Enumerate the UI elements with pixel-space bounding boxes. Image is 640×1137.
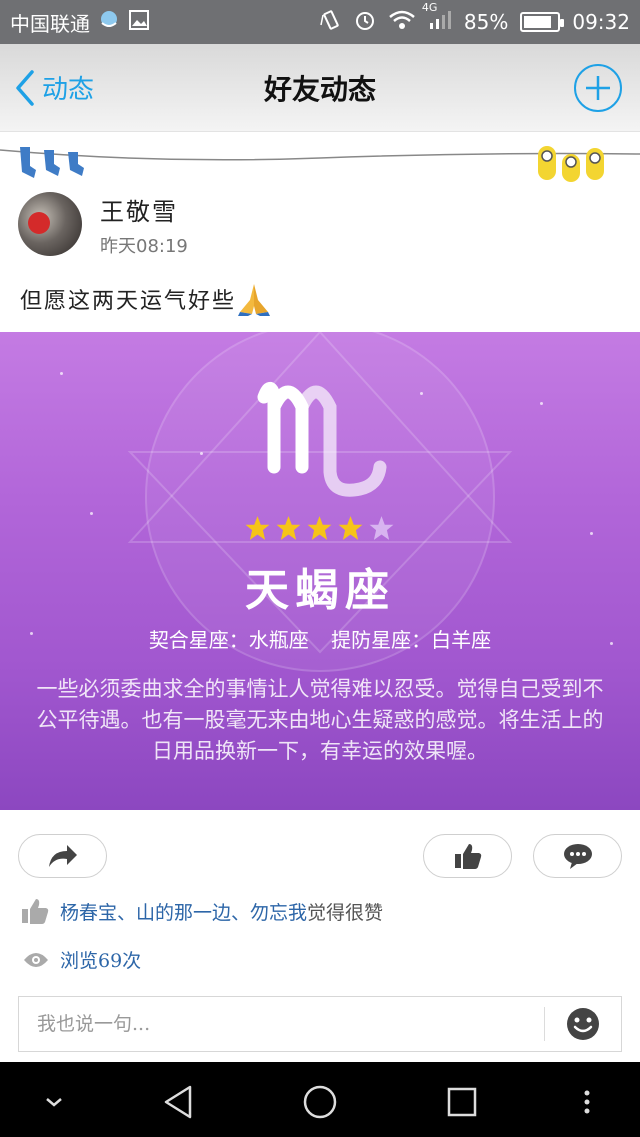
triangle-back-icon	[164, 1085, 192, 1119]
action-row	[0, 834, 640, 880]
back-nav-button[interactable]	[158, 1082, 198, 1122]
nav-bar: 动态 好友动态	[0, 44, 640, 132]
vibrate-icon	[320, 9, 342, 36]
like-button[interactable]	[423, 834, 512, 878]
recents-nav-button[interactable]	[442, 1082, 482, 1122]
star-filled-icon	[276, 516, 301, 540]
beware-sign: 提防星座：白羊座	[331, 628, 492, 652]
signal-icon: 4G	[422, 1, 452, 36]
avatar[interactable]	[18, 192, 82, 256]
likes-row: 杨春宝、山的那一边、勿忘我 觉得很赞	[20, 897, 383, 925]
match-sign: 契合星座：水瓶座	[148, 628, 309, 652]
thumbs-up-icon	[454, 844, 481, 869]
plus-icon	[586, 76, 610, 100]
post-timestamp: 昨天08:19	[100, 236, 188, 257]
author-name[interactable]: 王敬雪	[100, 192, 400, 227]
battery-percent: 85%	[463, 10, 509, 34]
pray-hands-icon	[236, 282, 272, 322]
square-recents-icon	[447, 1087, 477, 1117]
share-button[interactable]	[18, 834, 107, 878]
wifi-icon	[388, 9, 416, 36]
page-title: 好友动态	[263, 72, 376, 106]
add-button[interactable]	[574, 64, 622, 112]
star-filled-icon	[307, 516, 332, 540]
back-label: 动态	[42, 75, 95, 105]
scorpio-glyph-icon	[257, 382, 387, 497]
share-arrow-icon	[48, 845, 77, 867]
eye-icon	[24, 952, 48, 967]
carrier-label: 中国联通	[10, 11, 90, 36]
clock: 09:32	[572, 10, 630, 34]
sign-matches: 契合星座：水瓶座 提防星座：白羊座	[0, 624, 640, 653]
collapse-button[interactable]	[34, 1082, 74, 1122]
minion-figures-icon	[538, 146, 604, 182]
card-decoration	[0, 146, 640, 182]
zodiac-sign: 天蝎座	[245, 565, 395, 616]
comment-button[interactable]	[533, 834, 622, 878]
fortune-text: 一些必须委曲求全的事情让人觉得难以忍受。觉得自己受到不公平待遇。也有一股毫无来由…	[36, 677, 604, 763]
battery-icon	[520, 12, 565, 32]
hanging-socks-icon	[20, 147, 84, 178]
post-text-content: 但愿这两天运气好些	[20, 289, 237, 314]
post-text: 但愿这两天运气好些	[20, 282, 272, 322]
more-vertical-icon	[584, 1090, 590, 1114]
menu-nav-button[interactable]	[567, 1082, 607, 1122]
circle-home-icon	[303, 1085, 337, 1119]
star-empty-icon	[369, 516, 394, 540]
comment-input[interactable]	[19, 997, 544, 1051]
image-icon	[128, 9, 150, 36]
likes-suffix: 觉得很赞	[307, 901, 384, 924]
speech-bubble-icon	[563, 844, 592, 869]
views-row: 浏览69次	[22, 946, 141, 973]
smiley-icon	[567, 1008, 599, 1040]
view-count: 浏览69次	[60, 950, 142, 972]
thumbs-up-icon	[22, 899, 49, 924]
emoji-button[interactable]	[545, 997, 621, 1051]
alarm-icon	[354, 9, 376, 36]
system-nav-bar	[0, 1062, 640, 1137]
home-nav-button[interactable]	[300, 1082, 340, 1122]
chevron-left-icon	[16, 69, 34, 106]
liked-users[interactable]: 杨春宝、山的那一边、勿忘我	[60, 898, 307, 925]
back-button[interactable]: 动态	[14, 69, 94, 107]
post-card: 王敬雪 昨天08:19 但愿这两天运气好些 天蝎座 契合星座：水瓶座 提防星座：…	[0, 132, 640, 1062]
network-type: 4G	[421, 0, 438, 14]
weather-icon	[98, 9, 120, 36]
star-filled-icon	[338, 516, 363, 540]
horoscope-card[interactable]: 天蝎座 契合星座：水瓶座 提防星座：白羊座 一些必须委曲求全的事情让人觉得难以忍…	[0, 332, 640, 810]
post-author: 王敬雪 昨天08:19	[18, 192, 188, 257]
chevron-down-icon	[46, 1098, 62, 1107]
rating-stars	[244, 515, 395, 541]
star-filled-icon	[245, 516, 270, 540]
comment-box	[18, 996, 622, 1052]
status-bar: 中国联通 4G 85% 09:32	[0, 0, 640, 44]
